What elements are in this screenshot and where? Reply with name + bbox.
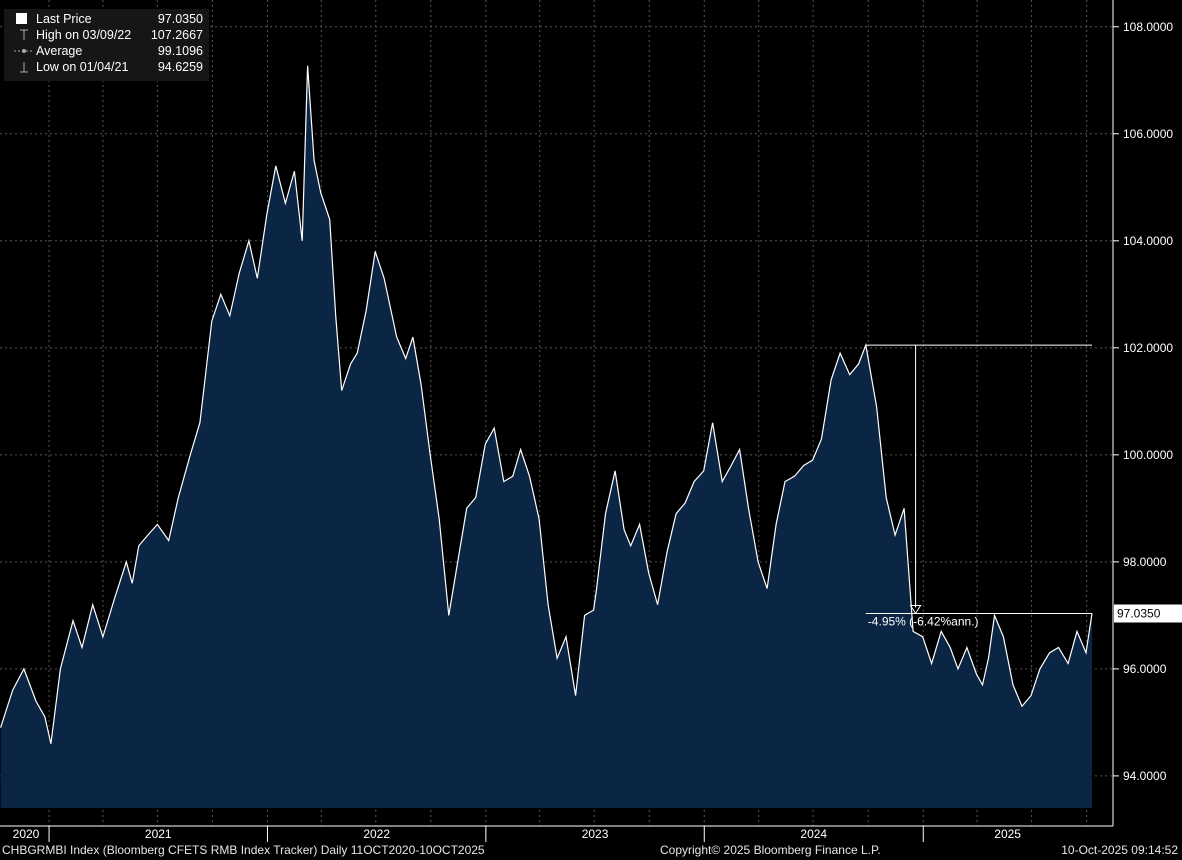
last-price-badge: 97.0350 [1114,604,1182,623]
legend-low-icon [12,61,36,73]
x-year-label: 2024 [800,827,827,841]
y-tick-label: 106.0000 [1123,127,1173,141]
legend-row-low: Low on 01/04/21 94.6259 [4,59,209,75]
legend-row-high: High on 03/09/22 107.2667 [4,27,209,43]
y-tick-label: 102.0000 [1123,341,1173,355]
legend-last-price-icon [12,13,36,25]
legend-last-price-label: Last Price [36,12,92,26]
legend-row-average: Average 99.1096 [4,43,209,59]
y-tick-label: 108.0000 [1123,20,1173,34]
legend-average-value: 99.1096 [157,44,203,58]
legend-high-icon [12,29,36,41]
x-year-label: 2023 [582,827,609,841]
footer-series-info: CHBGRMBI Index (Bloomberg CFETS RMB Inde… [2,843,485,857]
y-tick-label: 98.0000 [1123,555,1167,569]
x-year-label: 2020 [13,827,40,841]
legend-low-value: 94.6259 [157,60,203,74]
legend-average-label: Average [36,44,83,58]
legend-high-value: 107.2667 [150,28,203,42]
y-tick-label: 94.0000 [1123,769,1167,783]
x-year-label: 2021 [145,827,172,841]
last-price-badge-label: 97.0350 [1117,606,1161,620]
y-tick-label: 104.0000 [1123,234,1173,248]
price-chart: -4.95% (-6.42%ann.) 94.0000 96.0000 98.000… [0,0,1182,842]
price-area-fill [0,65,1093,809]
legend-low-label: Low on 01/04/21 [36,60,129,74]
footer-timestamp: 10-Oct-2025 09:14:52 [1061,843,1178,857]
x-year-label: 2022 [363,827,390,841]
y-axis-ticks: 94.0000 96.0000 98.0000 100.0000 102.0000 104… [1113,20,1173,783]
legend-last-price-value: 97.0350 [157,12,203,26]
x-year-label: 2025 [994,827,1021,841]
legend-high-label: High on 03/09/22 [36,28,132,42]
y-tick-label: 100.0000 [1123,448,1173,462]
y-tick-label: 96.0000 [1123,662,1167,676]
chart-legend: Last Price 97.0350 High on 03/09/22 107.… [4,9,209,81]
footer-copyright: Copyright© 2025 Bloomberg Finance L.P. [660,843,881,857]
legend-row-last-price: Last Price 97.0350 [4,11,209,27]
legend-average-icon [12,45,36,57]
annotation-label: -4.95% (-6.42%ann.) [868,614,979,628]
x-axis-year-labels: 2020 2021 2022 2023 2024 2025 [13,826,1021,842]
